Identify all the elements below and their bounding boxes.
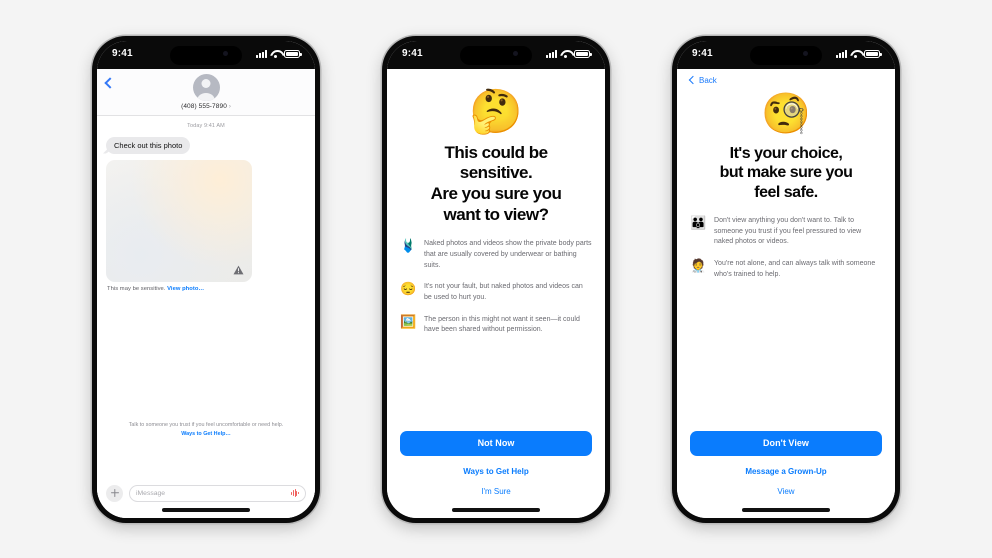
ways-to-get-help-link[interactable]: Ways to Get Help… — [113, 430, 299, 438]
back-label: Back — [699, 75, 717, 85]
home-indicator — [162, 508, 250, 512]
thinking-face-emoji: 🤔 — [469, 87, 523, 136]
title-line-2: sensitive. — [459, 163, 533, 183]
title-line-2: but make sure you — [719, 164, 853, 182]
list-item: 🧑‍⚕️ You're not alone, and can always ta… — [690, 257, 882, 280]
title-line-3: Are you sure you — [430, 183, 562, 203]
phone-your-choice-screen: 9:41 Back 🧐 It's your choice, but make s… — [677, 40, 895, 518]
action-group: Not Now Ways to Get Help I'm Sure — [400, 430, 592, 496]
cellular-signal-icon — [836, 49, 847, 58]
plus-icon[interactable] — [106, 484, 123, 502]
message-composer: iMessage — [97, 478, 315, 518]
bullet-text: Don't view anything you don't want to. T… — [714, 217, 862, 246]
list-item: 😔 It's not your fault, but naked photos … — [400, 281, 592, 303]
pensive-face-emoji: 😔 — [400, 281, 417, 297]
title-line-4: want to view? — [443, 204, 549, 224]
bullet-text: It's not your fault, but naked photos an… — [424, 283, 583, 301]
info-bullet-list: 🩱 Naked photos and videos show the priva… — [400, 238, 592, 336]
dynamic-island — [170, 45, 242, 65]
view-link[interactable]: View — [777, 476, 794, 496]
not-now-button[interactable]: Not Now — [400, 430, 592, 456]
cellular-signal-icon — [256, 49, 267, 58]
wifi-icon — [560, 50, 571, 58]
family-emoji: 👪 — [690, 215, 707, 231]
dynamic-island — [460, 45, 532, 65]
phone-sensitive-warning-screen: 9:41 🤔 This could be sensitive. Are you … — [387, 40, 605, 518]
incoming-message-bubble[interactable]: Check out this photo — [106, 136, 191, 154]
back-chevron-icon — [688, 75, 698, 85]
home-indicator — [452, 508, 540, 512]
battery-icon — [284, 49, 302, 58]
list-item: 🩱 Naked photos and videos show the priva… — [400, 238, 592, 271]
phone-sensitive-warning: 9:41 🤔 This could be sensitive. Are you … — [382, 35, 610, 523]
battery-icon — [574, 49, 592, 58]
list-item: 🖼️ The person in this might not want it … — [400, 313, 592, 336]
swimsuit-emoji: 🩱 — [400, 238, 417, 254]
help-text: Talk to someone you trust if you feel un… — [128, 422, 284, 429]
contact-number: (408) 555-7890 — [181, 102, 227, 110]
wifi-icon — [850, 50, 861, 58]
status-bar: 9:41 — [677, 40, 895, 69]
view-photo-link[interactable]: View photo… — [167, 286, 204, 292]
disclosure-icon: › — [228, 103, 231, 110]
audio-waveform-icon[interactable] — [290, 489, 300, 497]
action-group: Don't View Message a Grown-Up View — [690, 430, 882, 496]
message-a-grown-up-link[interactable]: Message a Grown-Up — [745, 456, 826, 476]
title-line-1: This could be — [444, 142, 548, 162]
contact-name[interactable]: (408) 555-7890 › — [97, 103, 315, 110]
im-sure-link[interactable]: I'm Sure — [481, 476, 511, 496]
message-thread[interactable]: Today 9:41 AM Check out this photo This … — [97, 116, 315, 479]
thread-timestamp: Today 9:41 AM — [187, 122, 225, 129]
cellular-signal-icon — [546, 49, 557, 58]
imessage-input[interactable]: iMessage — [129, 484, 306, 502]
phone-messages-screen: 9:41 (408) 555-7890 › Today 9:41 AM Chec… — [97, 40, 315, 518]
face-with-monocle-emoji: 🧐 — [761, 91, 811, 136]
page-title: It's your choice, but make sure you feel… — [690, 144, 882, 203]
status-bar-icons — [546, 49, 592, 58]
framed-picture-emoji: 🖼️ — [400, 313, 417, 329]
imessage-placeholder: iMessage — [136, 489, 166, 497]
home-indicator — [742, 508, 830, 512]
status-bar-time: 9:41 — [692, 48, 713, 59]
messages-nav-bar: (408) 555-7890 › — [97, 68, 315, 116]
back-button[interactable]: Back — [688, 75, 717, 85]
status-bar: 9:41 — [387, 40, 605, 69]
page-title: This could be sensitive. Are you sure yo… — [400, 143, 592, 226]
bullet-text: Naked photos and videos show the private… — [424, 240, 592, 269]
back-chevron-icon[interactable] — [104, 76, 116, 89]
title-line-1: It's your choice, — [729, 144, 843, 162]
status-bar-time: 9:41 — [402, 48, 423, 59]
dynamic-island — [750, 45, 822, 65]
sensitive-warning-body: 🤔 This could be sensitive. Are you sure … — [387, 68, 605, 518]
messages-body: (408) 555-7890 › Today 9:41 AM Check out… — [97, 68, 315, 518]
battery-icon — [864, 49, 882, 58]
dont-view-button[interactable]: Don't View — [690, 430, 882, 456]
messages-help-footer: Talk to someone you trust if you feel un… — [97, 421, 315, 438]
title-line-3: feel safe. — [754, 183, 818, 201]
your-choice-body: Back 🧐 It's your choice, but make sure y… — [677, 68, 895, 518]
info-bullet-list: 👪 Don't view anything you don't want to.… — [690, 215, 882, 280]
bullet-text: The person in this might not want it see… — [424, 315, 580, 334]
ways-to-get-help-link[interactable]: Ways to Get Help — [463, 456, 529, 476]
warning-triangle-icon — [233, 265, 244, 274]
status-bar-icons — [836, 49, 882, 58]
status-bar-icons — [256, 49, 302, 58]
sensitive-warning-panel: 🤔 This could be sensitive. Are you sure … — [387, 69, 605, 518]
sensitive-attachment-note: This may be sensitive. View photo… — [106, 282, 306, 292]
blurred-photo-attachment[interactable] — [106, 159, 252, 282]
your-choice-panel: Back 🧐 It's your choice, but make sure y… — [677, 69, 895, 518]
health-worker-emoji: 🧑‍⚕️ — [690, 257, 707, 273]
status-bar: 9:41 — [97, 40, 315, 69]
phone-your-choice: 9:41 Back 🧐 It's your choice, but make s… — [672, 35, 900, 523]
phones-stage: 9:41 (408) 555-7890 › Today 9:41 AM Chec… — [0, 0, 992, 558]
nav-bar: Back — [688, 69, 882, 88]
sensitive-label: This may be sensitive. — [107, 285, 166, 292]
list-item: 👪 Don't view anything you don't want to.… — [690, 215, 882, 248]
status-bar-time: 9:41 — [112, 48, 133, 59]
wifi-icon — [270, 50, 281, 58]
contact-avatar-icon[interactable] — [192, 73, 220, 101]
phone-messages: 9:41 (408) 555-7890 › Today 9:41 AM Chec… — [92, 35, 320, 523]
bullet-text: You're not alone, and can always talk wi… — [714, 259, 876, 278]
